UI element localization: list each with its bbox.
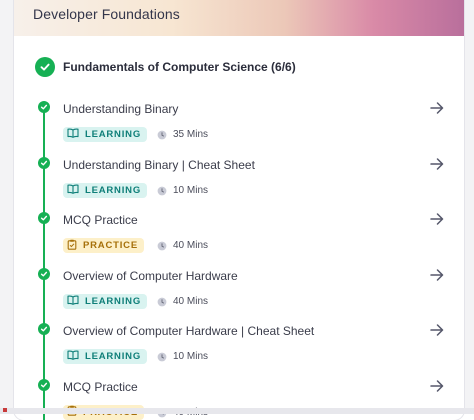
- list-item[interactable]: MCQ Practice PRACTICE 40 Mins: [14, 382, 464, 420]
- item-duration: 10 Mins: [173, 185, 208, 196]
- item-duration: 10 Mins: [173, 351, 208, 362]
- book-open-icon: [67, 128, 79, 141]
- arrow-right-icon[interactable]: [429, 100, 445, 116]
- completed-check-icon: [38, 157, 50, 169]
- arrow-right-icon[interactable]: [429, 378, 445, 394]
- completed-check-icon: [38, 212, 50, 224]
- item-title[interactable]: Overview of Computer Hardware: [63, 269, 238, 283]
- section-banner: Developer Foundations: [14, 0, 464, 36]
- arrow-right-icon[interactable]: [429, 322, 445, 338]
- item-title[interactable]: Understanding Binary | Cheat Sheet: [63, 158, 255, 172]
- clock-icon: [157, 186, 167, 196]
- tag-label: LEARNING: [85, 296, 141, 307]
- list-item[interactable]: Understanding Binary | Cheat Sheet LEARN…: [14, 160, 464, 216]
- list-item[interactable]: MCQ Practice PRACTICE 40 Mins: [14, 215, 464, 271]
- item-title[interactable]: Overview of Computer Hardware | Cheat Sh…: [63, 324, 314, 338]
- list-item[interactable]: Understanding Binary LEARNING 35 Mins: [14, 104, 464, 160]
- book-open-icon: [67, 295, 79, 308]
- completed-check-icon: [38, 379, 50, 391]
- clock-icon: [157, 130, 167, 140]
- learning-tag: LEARNING: [63, 294, 147, 309]
- arrow-right-icon[interactable]: [429, 211, 445, 227]
- book-open-icon: [67, 350, 79, 363]
- item-title[interactable]: MCQ Practice: [63, 380, 138, 394]
- clock-icon: [157, 297, 167, 307]
- clipboard-icon: [67, 239, 77, 253]
- clock-icon: [157, 352, 167, 362]
- tag-label: LEARNING: [85, 129, 141, 140]
- tag-label: LEARNING: [85, 185, 141, 196]
- corner-marker: [3, 408, 7, 412]
- section-title: Developer Foundations: [33, 6, 180, 22]
- item-duration: 40 Mins: [173, 240, 208, 251]
- course-section-card: Developer Foundations Fundamentals of Co…: [14, 0, 464, 420]
- completed-check-icon: [38, 101, 50, 113]
- item-duration: 40 Mins: [173, 296, 208, 307]
- tag-label: PRACTICE: [83, 240, 138, 251]
- learning-tag: LEARNING: [63, 183, 147, 198]
- clock-icon: [157, 241, 167, 251]
- arrow-right-icon[interactable]: [429, 156, 445, 172]
- item-duration: 35 Mins: [173, 129, 208, 140]
- module-title: Fundamentals of Computer Science (6/6): [63, 60, 296, 74]
- item-title[interactable]: Understanding Binary: [63, 102, 178, 116]
- learning-tag: LEARNING: [63, 349, 147, 364]
- tag-label: LEARNING: [85, 351, 141, 362]
- item-title[interactable]: MCQ Practice: [63, 213, 138, 227]
- learning-tag: LEARNING: [63, 127, 147, 142]
- list-item[interactable]: Overview of Computer Hardware | Cheat Sh…: [14, 326, 464, 382]
- arrow-right-icon[interactable]: [429, 267, 445, 283]
- module-complete-check-icon: [35, 57, 55, 77]
- book-open-icon: [67, 184, 79, 197]
- completed-check-icon: [38, 323, 50, 335]
- window-bottom-edge: [0, 408, 474, 414]
- practice-tag: PRACTICE: [63, 238, 144, 253]
- completed-check-icon: [38, 268, 50, 280]
- list-item[interactable]: Overview of Computer Hardware LEARNING 4…: [14, 271, 464, 327]
